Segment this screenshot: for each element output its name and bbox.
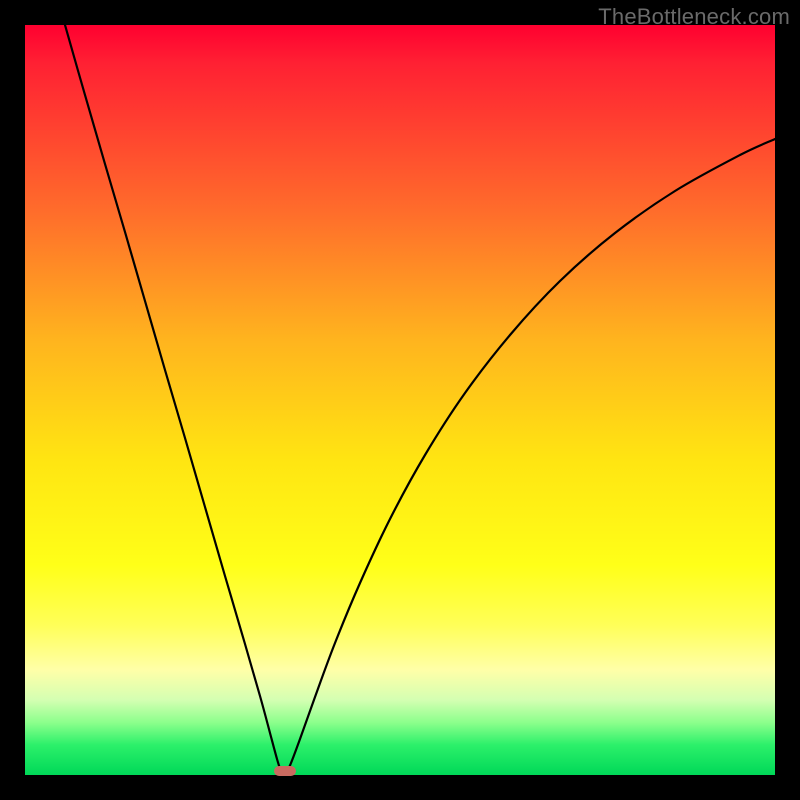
chart-plot-area	[25, 25, 775, 775]
watermark-text: TheBottleneck.com	[598, 4, 790, 30]
optimal-point-marker	[274, 766, 296, 776]
bottleneck-curve	[25, 25, 775, 775]
